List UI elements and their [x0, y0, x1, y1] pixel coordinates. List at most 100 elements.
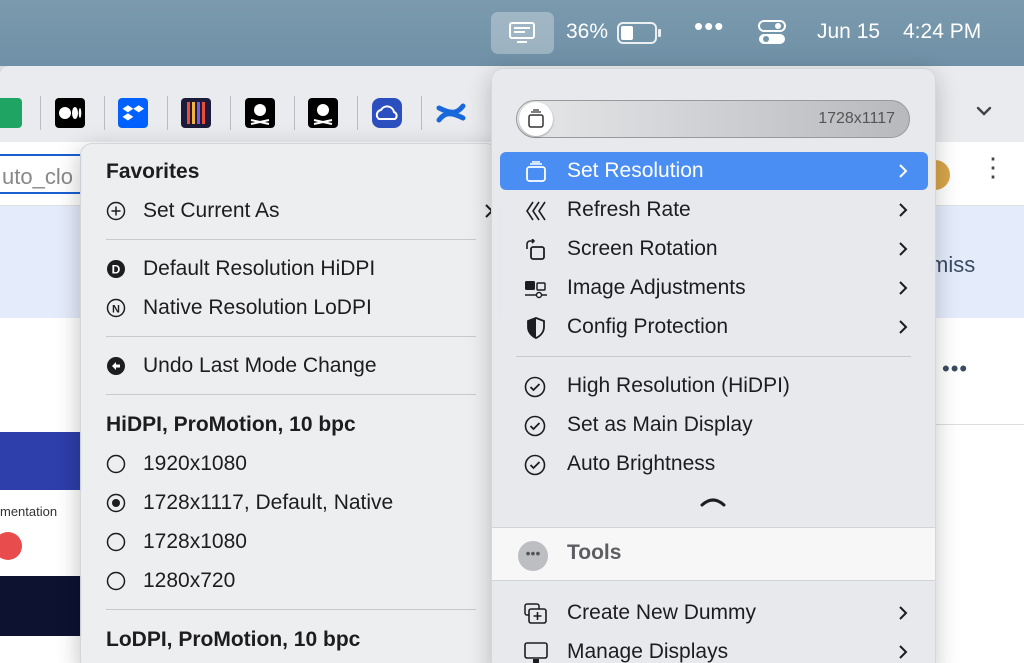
refresh-rate-item[interactable]: Refresh Rate [492, 191, 935, 229]
chevron-right-icon [899, 281, 908, 295]
favorites-header: Favorites [106, 160, 200, 183]
default-resolution-label: Default Resolution HiDPI [143, 257, 376, 280]
menu-separator [516, 356, 911, 357]
display-main-menu: 1728x1117 Set Resolution Refresh Rate Sc… [491, 68, 936, 663]
radio-unselected-icon [106, 532, 126, 552]
page-text: mentation [0, 504, 58, 519]
checkmark-circle-icon [524, 376, 546, 398]
battery-icon[interactable] [617, 22, 662, 44]
divider [935, 424, 1024, 425]
image-adjustments-item[interactable]: Image Adjustments [492, 269, 935, 307]
screen-rotation-label: Screen Rotation [567, 237, 718, 260]
chevron-right-icon [899, 320, 908, 334]
resolution-option-label: 1728x1080 [143, 530, 247, 553]
display-menu-extra[interactable] [491, 12, 554, 54]
main-display-toggle-item[interactable]: Set as Main Display [492, 406, 935, 444]
menu-separator [106, 239, 476, 240]
confluence-icon[interactable] [436, 98, 466, 128]
set-resolution-item[interactable]: Set Resolution [500, 152, 928, 190]
set-current-as-label: Set Current As [143, 199, 280, 222]
create-new-dummy-item[interactable]: Create New Dummy [492, 594, 935, 632]
chevron-right-icon [899, 645, 908, 659]
tools-label: Tools [567, 541, 622, 564]
slider-knob[interactable] [519, 102, 553, 136]
resolution-submenu: Favorites Set Current As D Default Resol… [80, 143, 498, 663]
shield-icon [527, 317, 545, 339]
radio-unselected-icon [106, 571, 126, 591]
page-content: mentation [0, 432, 82, 663]
main-display-toggle-label: Set as Main Display [567, 413, 753, 436]
kebab-menu-icon[interactable]: ⋮ [980, 154, 1006, 180]
create-new-dummy-label: Create New Dummy [567, 601, 757, 624]
page-hero [0, 432, 82, 490]
bookmark-separator [104, 96, 105, 130]
menubar-time[interactable]: 4:24 PM [903, 20, 981, 44]
hidpi-section-header: HiDPI, ProMotion, 10 bpc [106, 413, 356, 436]
image-adjustments-label: Image Adjustments [567, 276, 746, 299]
refresh-rate-icon [526, 201, 546, 221]
bookmark-separator [40, 96, 41, 130]
native-resolution-label: Native Resolution LoDPI [143, 296, 372, 319]
dismiss-link[interactable]: miss [930, 252, 975, 278]
bookmark-separator [357, 96, 358, 130]
manage-displays-item[interactable]: Manage Displays [492, 633, 935, 663]
native-badge-icon: N [106, 298, 126, 318]
resolution-value: 1728x1117 [818, 110, 895, 127]
address-input[interactable]: uto_clo [0, 154, 82, 194]
resolution-icon [526, 161, 546, 182]
default-badge-icon: D [107, 260, 125, 278]
menu-separator [106, 394, 476, 395]
checkmark-circle-icon [524, 415, 546, 437]
hidpi-toggle-item[interactable]: High Resolution (HiDPI) [492, 367, 935, 405]
rotation-icon [526, 239, 545, 260]
menu-separator [106, 609, 476, 610]
radio-selected-icon [106, 493, 126, 513]
dummy-icon [524, 603, 547, 624]
collapse-chevron-icon[interactable] [700, 493, 726, 507]
menu-separator [106, 336, 476, 337]
medium-icon[interactable] [55, 98, 85, 128]
menu-bar: 36% ••• Jun 15 4:24 PM [0, 0, 1024, 66]
app-icon[interactable] [308, 98, 338, 128]
menubar-date[interactable]: Jun 15 [817, 20, 880, 44]
plus-circle-icon [106, 201, 126, 221]
screen-rotation-item[interactable]: Screen Rotation [492, 230, 935, 268]
more-menu-extra[interactable]: ••• [694, 13, 724, 39]
tools-section[interactable]: ••• Tools [492, 527, 935, 581]
set-resolution-label: Set Resolution [567, 159, 704, 182]
bookmark-icon[interactable] [181, 98, 211, 128]
control-center-icon[interactable] [758, 20, 786, 46]
app-icon[interactable] [245, 98, 275, 128]
display-icon [524, 642, 548, 663]
bookmark-separator [230, 96, 231, 130]
bookmark-separator [294, 96, 295, 130]
auto-brightness-toggle-label: Auto Brightness [567, 452, 716, 475]
auto-brightness-toggle-item[interactable]: Auto Brightness [492, 445, 935, 483]
resolution-option-label: 1728x1117, Default, Native [143, 491, 394, 514]
more-options-icon[interactable]: ••• [942, 356, 968, 382]
monitor-icon [509, 22, 535, 43]
undo-mode-change-label: Undo Last Mode Change [143, 354, 377, 377]
svg-text:D: D [112, 263, 121, 277]
chevron-right-icon [899, 164, 908, 178]
config-protection-item[interactable]: Config Protection [492, 308, 935, 346]
dropbox-icon[interactable] [118, 98, 148, 128]
google-sheets-icon[interactable] [0, 98, 22, 128]
tools-icon: ••• [518, 541, 548, 571]
svg-text:N: N [112, 304, 120, 316]
undo-icon [107, 357, 125, 375]
manage-displays-label: Manage Displays [567, 640, 729, 663]
chevron-right-icon [899, 606, 908, 620]
cloud-icon[interactable] [372, 98, 402, 128]
bookmark-separator [167, 96, 168, 130]
lodpi-section-header: LoDPI, ProMotion, 10 bpc [106, 628, 361, 651]
resolution-option-label: 1920x1080 [143, 452, 247, 475]
page-button[interactable] [0, 532, 22, 560]
chevron-down-icon[interactable] [973, 100, 995, 122]
resolution-slider[interactable]: 1728x1117 [516, 100, 910, 138]
refresh-rate-label: Refresh Rate [567, 198, 691, 221]
bookmark-separator [421, 96, 422, 130]
resolution-option-label: 1280x720 [143, 569, 236, 592]
hidpi-toggle-label: High Resolution (HiDPI) [567, 374, 790, 397]
adjustments-icon [525, 281, 547, 299]
